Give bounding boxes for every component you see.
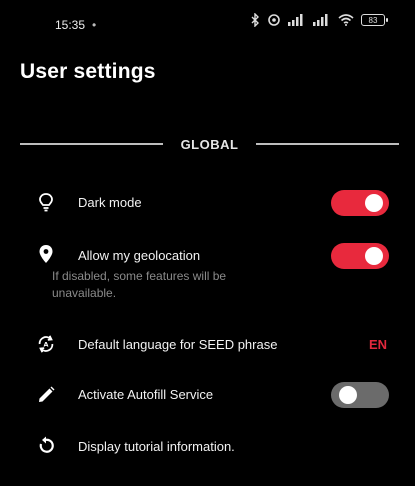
setting-row-tutorial[interactable]: Display tutorial information.	[0, 432, 415, 462]
bluetooth-icon	[251, 13, 260, 27]
autofill-label: Activate Autofill Service	[78, 387, 214, 402]
language-value[interactable]: EN	[369, 337, 387, 352]
status-time: 15:35	[55, 18, 86, 32]
section-label: GLOBAL	[180, 136, 239, 152]
setting-row-dark-mode[interactable]: Dark mode	[0, 186, 415, 220]
lightbulb-icon	[36, 192, 56, 212]
battery-icon: 83	[361, 14, 388, 26]
geolocation-subtitle: If disabled, some features will be unava…	[52, 269, 227, 300]
pencil-icon	[36, 385, 56, 405]
user-settings-screen: 15:35 • 83 User settings GLOBAL Dark mod…	[0, 0, 415, 486]
dark-mode-label: Dark mode	[78, 195, 142, 210]
wifi-icon	[338, 14, 354, 26]
status-icons: 83	[251, 13, 388, 27]
section-divider-left	[20, 143, 163, 145]
geolocation-label: Allow my geolocation	[78, 248, 201, 263]
toggle-knob	[365, 247, 383, 265]
battery-level: 83	[368, 15, 378, 25]
dark-mode-toggle[interactable]	[331, 190, 389, 216]
location-pin-icon	[36, 244, 56, 264]
geolocation-toggle[interactable]	[331, 243, 389, 269]
tutorial-label: Display tutorial information.	[78, 439, 235, 454]
section-header-global: GLOBAL	[20, 134, 400, 154]
page-title: User settings	[20, 60, 156, 83]
language-label: Default language for SEED phrase	[78, 337, 278, 352]
status-bar: 15:35 • 83	[0, 0, 415, 50]
signal-icon	[288, 14, 306, 26]
section-divider-right	[256, 143, 400, 145]
status-dot: •	[92, 18, 97, 32]
toggle-knob	[339, 386, 357, 404]
autofill-toggle[interactable]	[331, 382, 389, 408]
language-swap-icon: A	[36, 334, 56, 354]
alarm-icon	[267, 13, 281, 27]
refresh-icon	[36, 436, 56, 456]
signal-icon	[313, 14, 331, 26]
svg-text:A: A	[44, 342, 49, 349]
setting-row-geolocation[interactable]: Allow my geolocation If disabled, some f…	[0, 240, 415, 306]
setting-row-language[interactable]: A Default language for SEED phrase EN	[0, 330, 415, 360]
setting-row-autofill[interactable]: Activate Autofill Service	[0, 380, 415, 410]
toggle-knob	[365, 194, 383, 212]
